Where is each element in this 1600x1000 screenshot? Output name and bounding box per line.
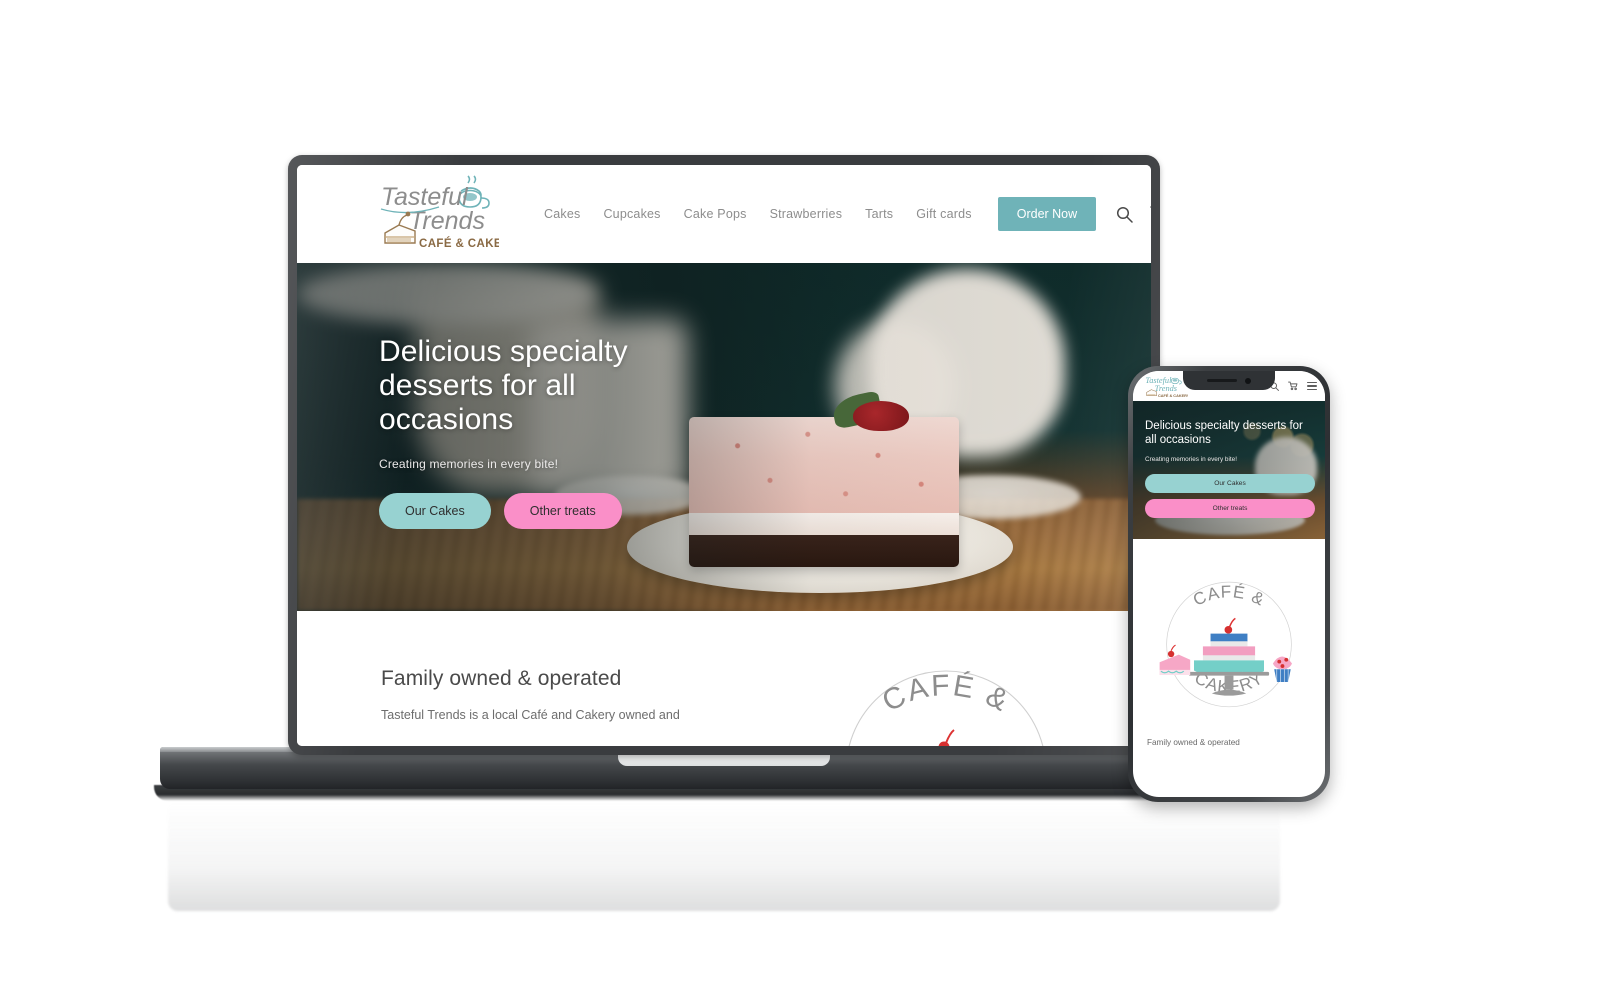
laptop-device-mockup: Tasteful Trends CAFÉ & CAKE Cakes Cupcak… [154,155,1294,911]
mobile-other-treats-button[interactable]: Other treats [1145,498,1315,518]
nav-item-tarts[interactable]: Tarts [865,207,893,221]
mobile-about-section: CAFÉ & CAKERY Family owned & operated [1133,539,1325,771]
emblem-arc-top-text: CAFÉ & [877,669,1013,719]
other-treats-button[interactable]: Other treats [503,492,622,529]
nav-item-cupcakes[interactable]: Cupcakes [603,207,660,221]
about-section: Family owned & operated Tasteful Trends … [297,611,1151,746]
cart-icon[interactable] [1150,205,1151,223]
svg-text:CAFÉ & CAKERY: CAFÉ & CAKERY [1158,393,1188,398]
brand-logo[interactable]: Tasteful Trends CAFÉ & CAKE [375,175,499,253]
hero-title: Delicious specialty desserts for all occ… [379,335,628,437]
hero-subtitle: Creating memories in every bite! [379,456,559,471]
mobile-our-cakes-button[interactable]: Our Cakes [1145,473,1315,493]
mockup-stage: Tasteful Trends CAFÉ & CAKE Cakes Cupcak… [0,0,1600,1000]
phone-speaker [1207,378,1237,383]
our-cakes-button[interactable]: Our Cakes [379,492,491,529]
mobile-hero-button-group: Our Cakes Other treats [1145,473,1315,518]
nav-item-strawberries[interactable]: Strawberries [770,207,843,221]
order-now-button[interactable]: Order Now [997,197,1097,231]
hero-section: Delicious specialty desserts for all occ… [297,263,1151,611]
svg-text:Tasteful: Tasteful [1145,376,1172,385]
mobile-emblem-arc-top-text: CAFÉ & [1190,581,1268,609]
mobile-hero-content: Delicious specialty desserts for all occ… [1133,401,1325,518]
header-icon-group [1116,205,1151,223]
mobile-hero-section: Delicious specialty desserts for all occ… [1133,401,1325,539]
phone-device-mockup: Tasteful Trends CAFÉ & CAKERY Delicious … [1128,366,1330,802]
hero-button-group: Our Cakes Other treats [379,492,1151,529]
svg-text:CAFÉ &: CAFÉ & [1190,581,1268,609]
main-navigation[interactable]: Cakes Cupcakes Cake Pops Strawberries Ta… [544,207,972,221]
svg-text:CAFÉ & CAKERY: CAFÉ & CAKERY [419,237,499,250]
search-icon[interactable] [1116,206,1133,223]
phone-frame: Tasteful Trends CAFÉ & CAKERY Delicious … [1128,366,1330,802]
mobile-brand-logo[interactable]: Tasteful Trends CAFÉ & CAKERY [1140,373,1188,399]
nav-item-cakes[interactable]: Cakes [544,207,580,221]
hero-content: Delicious specialty desserts for all occ… [297,263,1151,529]
laptop-reflection [168,801,1280,911]
nav-item-cake-pops[interactable]: Cake Pops [684,207,747,221]
svg-text:Trends: Trends [1155,384,1177,393]
laptop-lid: Tasteful Trends CAFÉ & CAKE Cakes Cupcak… [288,155,1160,755]
mobile-hero-subtitle: Creating memories in every bite! [1145,455,1237,463]
svg-text:CAFÉ &: CAFÉ & [877,669,1015,719]
cafe-cakery-emblem: CAFÉ & [821,631,1071,746]
site-header: Tasteful Trends CAFÉ & CAKE Cakes Cupcak… [297,165,1151,263]
nav-item-gift-cards[interactable]: Gift cards [916,207,972,221]
phone-notch [1183,371,1275,390]
mobile-cafe-cakery-emblem: CAFÉ & CAKERY [1159,581,1292,708]
cart-icon[interactable] [1288,381,1298,391]
mobile-about-caption: Family owned & operated [1147,738,1240,747]
laptop-screen: Tasteful Trends CAFÉ & CAKE Cakes Cupcak… [297,165,1151,746]
mobile-header-icon-group [1270,381,1317,391]
phone-camera [1245,377,1251,384]
hamburger-icon[interactable] [1307,381,1317,391]
mobile-hero-title: Delicious specialty desserts for all occ… [1145,420,1303,447]
phone-screen: Tasteful Trends CAFÉ & CAKERY Delicious … [1133,371,1325,797]
